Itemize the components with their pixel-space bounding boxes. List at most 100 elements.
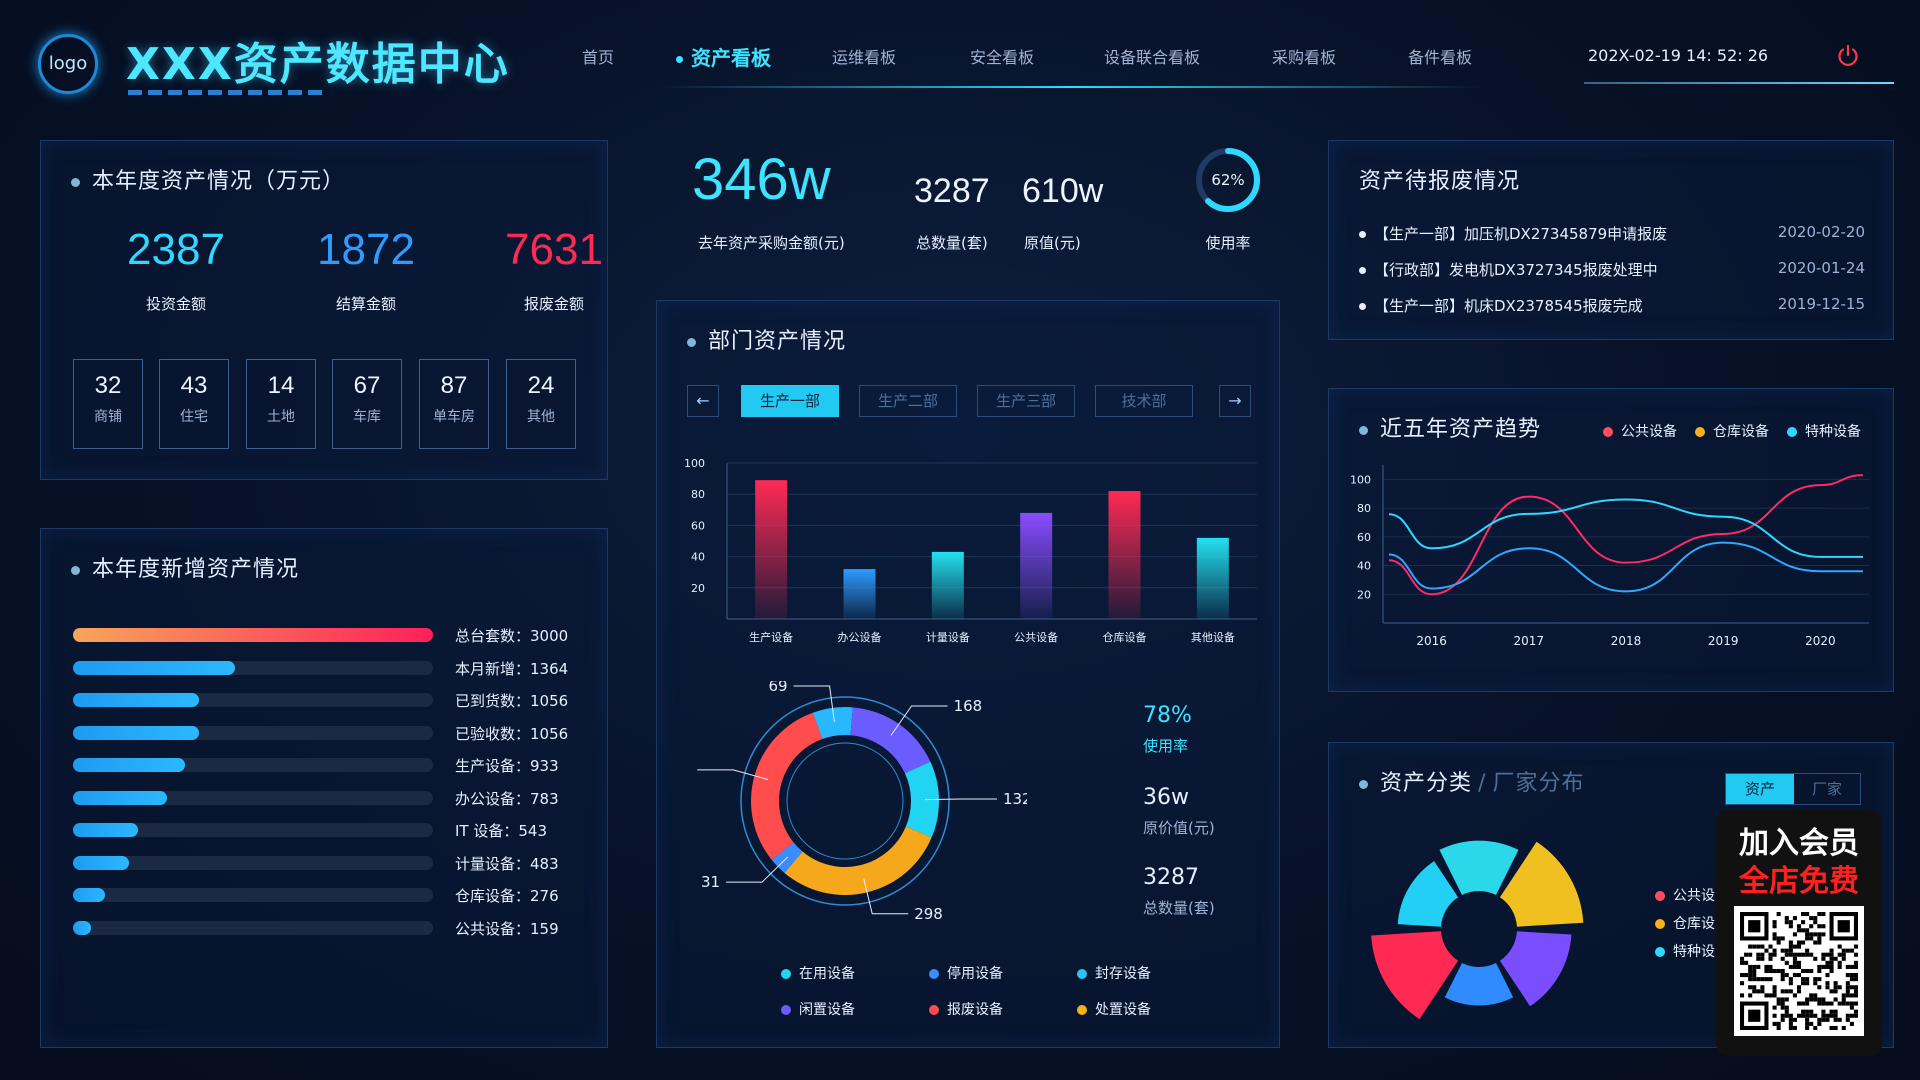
box-land: 14 土地 (246, 359, 316, 449)
bar (931, 551, 964, 619)
box-value: 32 (94, 372, 122, 399)
leader-line (924, 798, 997, 801)
annual-assets-title-text: 本年度资产情况（万元） (92, 169, 346, 194)
progress-bar (73, 790, 433, 805)
settle-label: 结算金额 (335, 295, 396, 313)
next-button[interactable]: → (1219, 385, 1251, 417)
nav-ops[interactable]: 运维看板 (832, 44, 896, 68)
scrap-title: 资产待报废情况 (1359, 169, 1521, 194)
bar (1108, 491, 1141, 619)
total-label: 总数量(套) (916, 234, 988, 252)
list-item[interactable]: 【生产一部】加压机DX27345879申请报废 2020-02-20 (1359, 223, 1865, 244)
tab-dept-1[interactable]: 生产一部 (741, 385, 839, 417)
summary: 346w 去年资产采购金额(元) 3287 总数量(套) 610w 原值(元) … (660, 140, 1280, 270)
legend-item: 公共设备 (1603, 421, 1677, 441)
legend-item: 仓库设备 (1695, 421, 1769, 441)
active-dot-icon (676, 56, 683, 63)
legend-item: 公共设 (1655, 885, 1715, 905)
x-tick-label: 办公设备 (838, 630, 882, 644)
list-item-text: 【行政部】发电机DX3727345报废处理中 (1374, 261, 1658, 279)
tab-dept-2[interactable]: 生产二部 (859, 385, 957, 417)
list-item-text: 【生产一部】机床DX2378545报废完成 (1374, 297, 1643, 315)
category-tabs: 资产 厂家 (1725, 773, 1861, 805)
bar (843, 569, 876, 619)
data-label: 69 (768, 681, 787, 695)
tab-vendor[interactable]: 厂家 (1794, 774, 1860, 804)
legend-label: 仓库设 (1673, 916, 1715, 932)
dept-title: 部门资产情况 (687, 323, 846, 355)
y-tick-label: 80 (691, 488, 705, 501)
promo-card[interactable]: 加入会员 全店免费 (1716, 810, 1882, 1056)
box-label: 住宅 (180, 409, 208, 425)
nav-device-joint[interactable]: 设备联合看板 (1104, 44, 1200, 68)
logo[interactable]: logo (38, 34, 98, 94)
legend-dot-icon (781, 969, 791, 979)
box-label: 车库 (353, 409, 381, 425)
dept-title-text: 部门资产情况 (708, 329, 847, 354)
progress-bar (73, 693, 433, 707)
progress-label: 仓库设备：276 (455, 887, 559, 905)
legend-label: 在用设备 (799, 966, 855, 982)
legend-dot-icon (1077, 969, 1087, 979)
nav-spares[interactable]: 备件看板 (1408, 44, 1472, 68)
box-value: 43 (180, 372, 208, 399)
settle-amount: 1872 (317, 225, 415, 274)
legend-dot-icon (1655, 947, 1665, 957)
legend-label: 处置设备 (1095, 1002, 1151, 1018)
prev-button[interactable]: ← (687, 385, 719, 417)
progress-label: IT 设备：543 (455, 822, 547, 840)
nav-assets[interactable]: 资产看板 (676, 42, 771, 71)
donut-slice (751, 712, 823, 860)
y-tick-label: 100 (684, 457, 705, 470)
qr-code[interactable] (1734, 906, 1864, 1036)
legend-label: 报废设备 (947, 1002, 1003, 1018)
tab-dept-3[interactable]: 生产三部 (977, 385, 1075, 417)
x-tick-label: 生产设备 (749, 630, 793, 644)
list-item[interactable]: 【行政部】发电机DX3727345报废处理中 2020-01-24 (1359, 259, 1865, 280)
nav-security[interactable]: 安全看板 (970, 44, 1034, 68)
scrap-panel: 资产待报废情况 【生产一部】加压机DX27345879申请报废 2020-02-2… (1328, 140, 1894, 340)
box-label: 其他 (527, 409, 555, 425)
progress-bar (73, 660, 433, 675)
donut-chart: 6916813229831302 (697, 681, 1027, 921)
legend-label: 闲置设备 (799, 1002, 855, 1018)
nav-purchase[interactable]: 采购看板 (1272, 44, 1336, 68)
usage-label: 使用率 (1205, 234, 1251, 252)
legend-item: 特种设备 (1787, 421, 1861, 441)
bullet-icon (1359, 231, 1366, 238)
legend-dot-icon (1655, 919, 1665, 929)
nav-home[interactable]: 首页 (582, 44, 614, 68)
bar-chart: 20 40 60 80 100 生产设备 办公设备 计量设备 公共设备 仓库设备 其他设备 (684, 457, 1257, 644)
box-shop: 32 商铺 (73, 359, 143, 449)
legend-item: 闲置设备 (781, 999, 855, 1019)
progress-label: 办公设备：783 (455, 789, 559, 808)
progress-label: 计量设备：483 (455, 854, 559, 873)
annual-assets-title: 本年度资产情况（万元） (71, 163, 345, 195)
original-value: 610w (1022, 172, 1104, 210)
power-button[interactable] (1836, 44, 1860, 68)
legend-dot-icon (781, 1005, 791, 1015)
box-label: 土地 (267, 409, 295, 425)
box-label: 单车房 (433, 409, 475, 425)
progress-fill (73, 888, 106, 902)
legend-item: 仓库设 (1655, 913, 1715, 933)
legend-label: 特种设 (1673, 944, 1715, 960)
box-value: 14 (267, 372, 295, 399)
dept-tabs: ← 生产一部 生产二部 生产三部 技术部 → (687, 385, 1251, 419)
rose-chart (1371, 840, 1584, 1020)
x-tick-label: 计量设备 (926, 630, 970, 644)
y-tick-label: 40 (691, 551, 705, 564)
progress-bar (73, 855, 433, 870)
tab-tech[interactable]: 技术部 (1095, 385, 1193, 417)
legend-item: 在用设备 (781, 963, 855, 983)
tab-assets[interactable]: 资产 (1726, 774, 1794, 804)
legend-dot-icon (1695, 427, 1705, 437)
list-item[interactable]: 【生产一部】机床DX2378545报废完成 2019-12-15 (1359, 295, 1865, 316)
x-tick-label: 仓库设备 (1103, 630, 1147, 644)
rose-slice (1439, 840, 1519, 896)
trend-title-text: 近五年资产趋势 (1380, 417, 1542, 442)
progress-fill (73, 628, 433, 642)
progress-fill (73, 823, 138, 837)
legend-dot-icon (1603, 427, 1613, 437)
new-assets-panel: 本年度新增资产情况 总台套数：3000 本月新增：1364 已到货数：1056 已验收… (40, 528, 608, 1048)
